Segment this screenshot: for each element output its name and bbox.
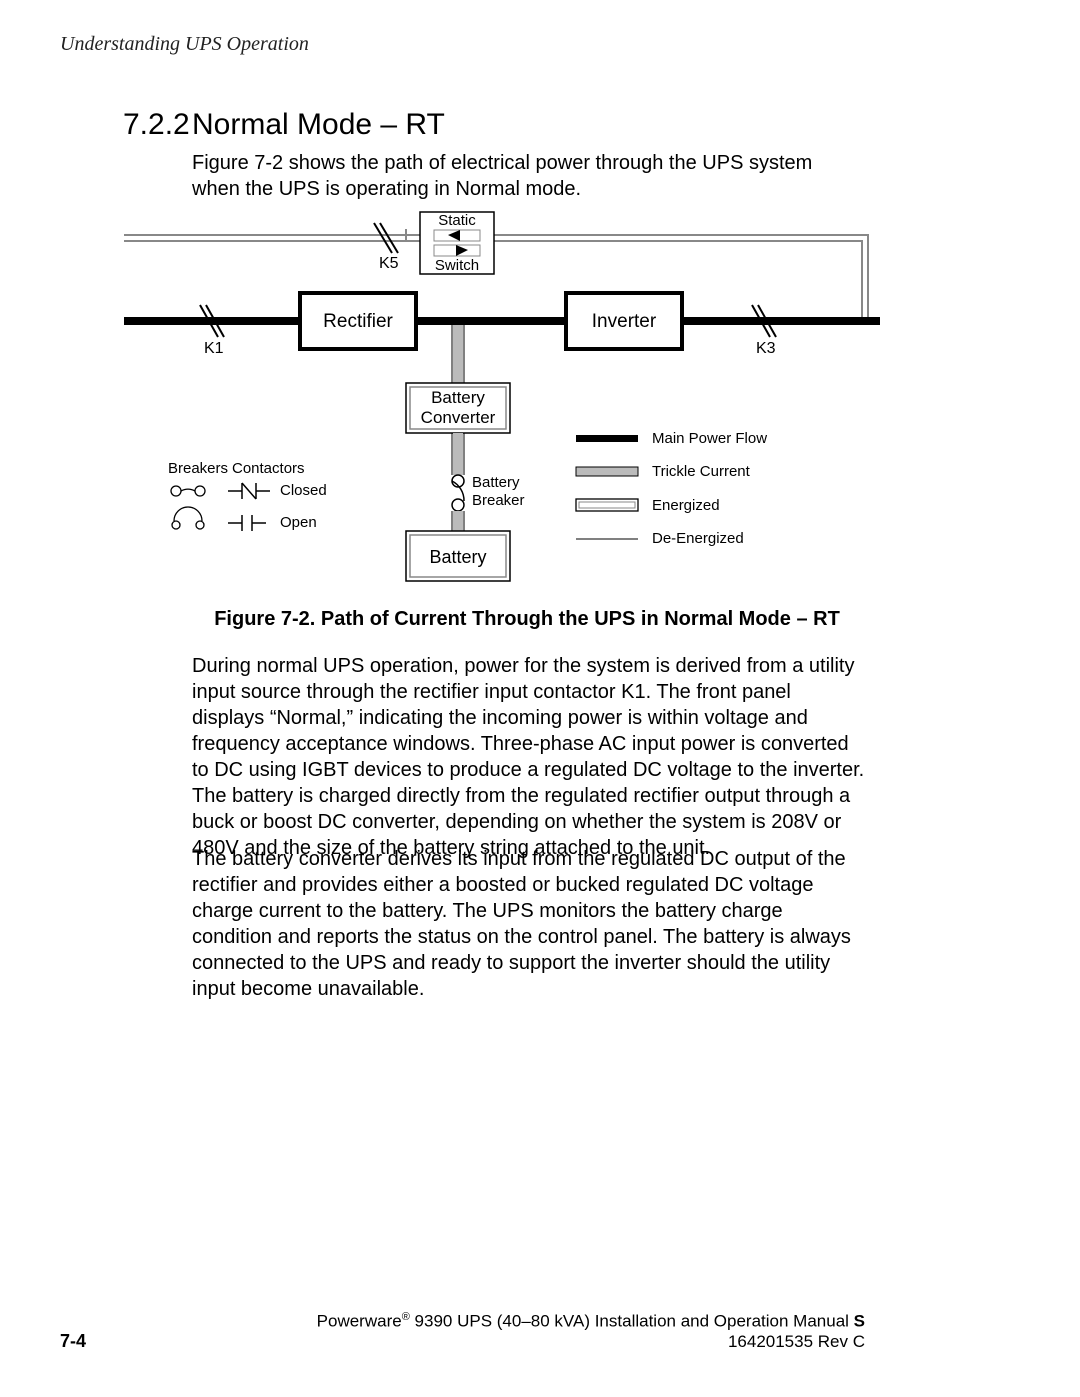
battery-breaker-l2: Breaker (472, 492, 525, 509)
intro-paragraph: Figure 7-2 shows the path of electrical … (192, 151, 862, 202)
footer-reg: ® (402, 1311, 410, 1323)
rectifier-label: Rectifier (323, 311, 393, 332)
inverter-label: Inverter (592, 311, 657, 332)
body-paragraph-2: The battery converter derives its input … (192, 846, 866, 1002)
legend-breakers-heading: Breakers (168, 460, 228, 477)
legend-deenergized: De-Energized (652, 530, 744, 547)
figure-caption: Figure 7-2. Path of Current Through the … (192, 608, 862, 631)
k3-label: K3 (756, 340, 776, 357)
k1-label: K1 (204, 340, 224, 357)
footer-product: Powerware (317, 1312, 402, 1331)
footer-bullet: S (849, 1312, 865, 1331)
legend-open: Open (280, 514, 317, 531)
ups-diagram: Static Switch K5 K1 Rectifier Inverter K… (124, 205, 880, 595)
footer-doc-id: 164201535 Rev C (728, 1332, 865, 1351)
legend-closed: Closed (280, 482, 327, 499)
legend-trickle: Trickle Current (652, 463, 751, 480)
battery-label: Battery (429, 547, 486, 567)
battery-converter-l1: Battery (431, 388, 485, 407)
k5-label: K5 (379, 255, 399, 272)
footer-doc-info: Powerware® 9390 UPS (40–80 kVA) Installa… (285, 1311, 865, 1352)
battery-converter-l2: Converter (421, 408, 496, 427)
legend-contactors-heading: Contactors (232, 460, 305, 477)
section-number: 7.2.2 (123, 108, 190, 142)
battery-breaker-l1: Battery (472, 474, 520, 491)
legend-energized: Energized (652, 497, 720, 514)
running-header: Understanding UPS Operation (60, 33, 309, 56)
section-title: Normal Mode – RT (192, 108, 445, 142)
legend-main-power: Main Power Flow (652, 430, 767, 447)
footer-manual-title: 9390 UPS (40–80 kVA) Installation and Op… (410, 1312, 849, 1331)
body-paragraph-1: During normal UPS operation, power for t… (192, 653, 866, 861)
page-number: 7-4 (60, 1331, 86, 1352)
page: Understanding UPS Operation 7.2.2 Normal… (0, 0, 1080, 1397)
static-switch-top-label: Static (438, 212, 476, 229)
static-switch-bottom-label: Switch (435, 257, 479, 274)
